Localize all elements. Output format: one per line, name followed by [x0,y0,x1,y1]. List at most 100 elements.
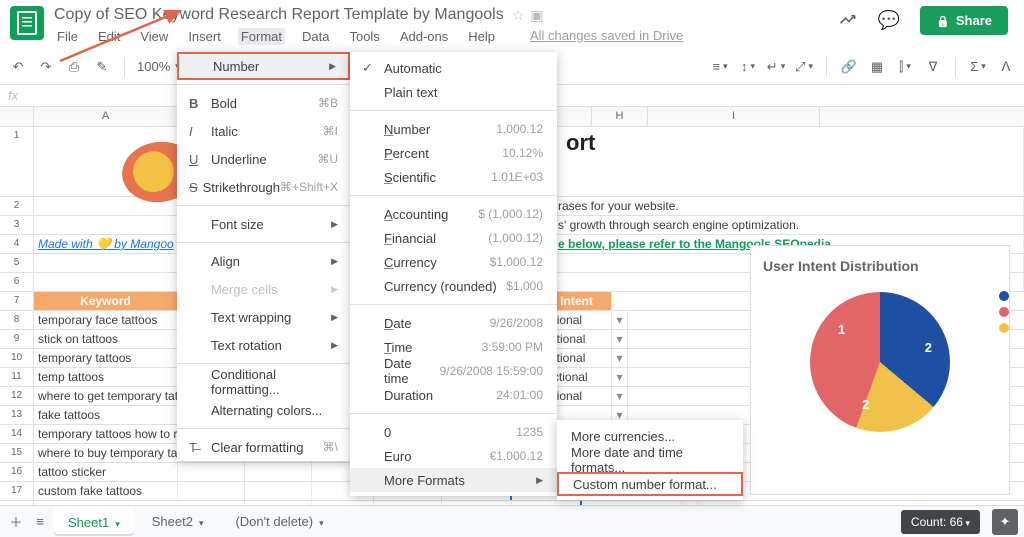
cell-keyword[interactable]: temp tattoos [34,368,178,386]
folder-icon[interactable]: ▣ [530,7,543,24]
menu-help[interactable]: Help [465,28,498,45]
col-I[interactable]: I [648,107,820,126]
document-title[interactable]: Copy of SEO Keyword Research Report Temp… [54,6,504,24]
format-alternating[interactable]: Alternating colors... [177,396,350,424]
nm-euro[interactable]: Euro€1,000.12 [350,444,557,468]
nm-date[interactable]: Date9/26/2008 [350,311,557,335]
user-intent-chart[interactable]: User Intent Distribution 2 1 2 [750,245,1010,495]
nm-scientific[interactable]: Scientific1.01E+03 [350,165,557,189]
all-sheets-icon[interactable]: ≡ [30,513,50,531]
rotate-icon[interactable]: ⤢ [794,58,814,76]
nm-time[interactable]: Time3:59:00 PM [350,335,557,359]
comment-icon[interactable]: ▦ [867,58,887,76]
print-icon[interactable]: ⎙ [64,58,84,76]
nm-more-formats[interactable]: More Formats▶ [350,468,557,492]
format-menu: Number▶ BBold⌘B IItalic⌘I UUnderline⌘U S… [177,52,350,461]
tab-dont-delete[interactable]: (Don't delete) [221,508,337,535]
dropdown-arrow-icon[interactable]: ▾ [612,387,628,405]
functions-icon[interactable]: Σ [968,58,988,76]
format-italic[interactable]: IItalic⌘I [177,117,350,145]
format-underline[interactable]: UUnderline⌘U [177,145,350,173]
cell-keyword[interactable]: temporary face tattoos [34,311,178,329]
add-sheet-icon[interactable]: ＋ [6,513,26,531]
cell-keyword[interactable]: temporary tattoos [34,349,178,367]
lock-icon [936,13,950,28]
col-A[interactable]: A [34,107,178,126]
redo-icon[interactable]: ↷ [36,58,56,76]
collapse-icon[interactable]: ᐱ [996,58,1016,76]
nm-plaintext[interactable]: Plain text [350,80,557,104]
menu-addons[interactable]: Add-ons [397,28,451,45]
align-v-icon[interactable]: ↕ [738,58,758,76]
format-align[interactable]: Align▶ [177,247,350,275]
format-bold[interactable]: BBold⌘B [177,89,350,117]
cell-keyword[interactable]: tattoo sticker [34,463,178,481]
cell-keyword[interactable]: custom fake tattoos [34,482,178,500]
nm-number[interactable]: Number1,000.12 [350,117,557,141]
menu-data[interactable]: Data [299,28,332,45]
nm-datetime[interactable]: Date time9/26/2008 15:59:00 [350,359,557,383]
format-conditional[interactable]: Conditional formatting... [177,368,350,396]
sheets-logo-icon[interactable] [10,6,44,40]
comments-icon[interactable] [878,10,900,31]
nm-percent[interactable]: Percent10.12% [350,141,557,165]
nm-duration[interactable]: Duration24:01:00 [350,383,557,407]
nm-financial[interactable]: Financial(1,000.12) [350,226,557,250]
format-clear[interactable]: T̶Clear formatting⌘\ [177,433,350,461]
cell-keyword[interactable]: stick on tattoos [34,330,178,348]
nm-zero[interactable]: 01235 [350,420,557,444]
chart-title: User Intent Distribution [763,258,997,274]
menu-file[interactable]: File [54,28,81,45]
share-label: Share [956,13,992,28]
explore-icon[interactable]: ✦ [992,509,1018,535]
subtitle-line-1: rases for your website. [558,199,679,213]
save-status[interactable]: All changes saved in Drive [530,28,683,45]
filter-icon[interactable]: ∇ [923,58,943,76]
col-H[interactable]: H [592,107,648,126]
chart-icon[interactable]: ⫿ [895,58,915,76]
cell-keyword[interactable]: fake tattoos [34,406,178,424]
dropdown-arrow-icon[interactable]: ▾ [612,311,628,329]
mf-more-datetime[interactable]: More date and time formats... [557,448,743,472]
count-summary[interactable]: Count: 66 [901,510,980,534]
trend-icon[interactable] [838,9,858,32]
mf-custom-number[interactable]: Custom number format... [557,472,743,496]
format-font-size[interactable]: Font size▶ [177,210,350,238]
nm-currency[interactable]: Currency$1,000.12 [350,250,557,274]
format-wrap[interactable]: Text wrapping▶ [177,303,350,331]
link-icon[interactable]: 🔗 [839,58,859,76]
menu-edit[interactable]: Edit [95,28,123,45]
dropdown-arrow-icon[interactable]: ▾ [612,330,628,348]
nm-automatic[interactable]: Automatic [350,56,557,80]
cell-keyword[interactable]: where to get temporary tatt [34,387,178,405]
wrap-icon[interactable]: ↵ [766,58,786,76]
legend-dot-1 [999,291,1009,301]
tab-sheet1[interactable]: Sheet1 [54,507,134,536]
legend-dot-3 [999,323,1009,333]
star-icon[interactable]: ☆ [512,7,525,24]
undo-icon[interactable]: ↶ [8,58,28,76]
menu-insert[interactable]: Insert [185,28,224,45]
format-number[interactable]: Number▶ [177,52,350,80]
paint-format-icon[interactable]: ✎ [92,58,112,76]
menu-tools[interactable]: Tools [346,28,382,45]
zoom-dropdown[interactable]: 100% [137,59,180,74]
format-merge: Merge cells▶ [177,275,350,303]
nm-accounting[interactable]: Accounting$ (1,000.12) [350,202,557,226]
report-title-fragment: ort [566,130,595,156]
dropdown-arrow-icon[interactable]: ▾ [612,349,628,367]
cell-keyword[interactable]: temporary tattoos how to re [34,425,178,443]
share-button[interactable]: Share [920,6,1008,35]
pie-chart-icon: 2 1 2 [810,292,950,432]
header-keyword: Keyword [34,292,178,310]
made-with-link[interactable]: Made with 💛 by Mangoo [34,235,178,253]
menu-view[interactable]: View [137,28,171,45]
tab-sheet2[interactable]: Sheet2 [138,508,218,535]
dropdown-arrow-icon[interactable]: ▾ [612,368,628,386]
align-h-icon[interactable]: ≡ [710,58,730,76]
nm-currency-rounded[interactable]: Currency (rounded)$1,000 [350,274,557,298]
format-strikethrough[interactable]: SStrikethrough⌘+Shift+X [177,173,350,201]
cell-keyword[interactable]: where to buy temporary tatt [34,444,178,462]
menu-format[interactable]: Format [238,28,285,45]
format-rotation[interactable]: Text rotation▶ [177,331,350,359]
